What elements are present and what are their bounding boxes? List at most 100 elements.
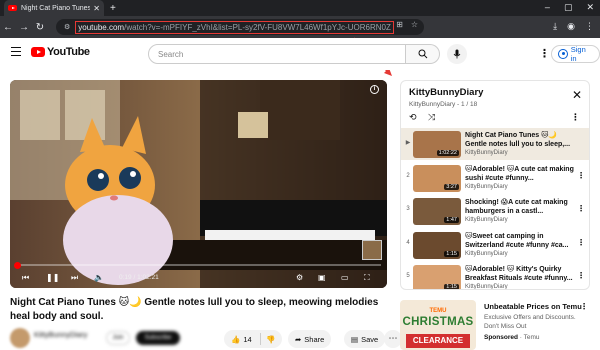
progress-bar[interactable]	[14, 261, 381, 269]
reload-icon[interactable]: ↻	[32, 22, 48, 33]
browser-actions: ⤓ ◉ ⋮	[553, 21, 594, 32]
search-input[interactable]: Search	[148, 44, 406, 64]
playlist-item-duration: 3:27	[444, 183, 459, 190]
playlist-item-index: 3	[406, 206, 410, 212]
ad-more-icon[interactable]: ⋮	[580, 302, 588, 311]
shuffle-icon[interactable]: ⤨	[428, 112, 435, 123]
playlist-more-icon[interactable]: ⋮	[571, 112, 580, 123]
previous-icon[interactable]: ⏮	[22, 273, 29, 283]
playlist-item-channel: KittyBunnyDiary	[465, 250, 508, 257]
microphone-icon	[453, 49, 461, 59]
playlist-item[interactable]: 5 1:15 🐱Adorable! 🐱 Kitty's Quirky Break…	[401, 262, 589, 289]
sponsored-ad[interactable]: TEMU CHRISTMAS CLEARANCE Unbeatable Pric…	[400, 300, 590, 350]
maximize-icon[interactable]: ▢	[564, 2, 573, 13]
menu-icon[interactable]	[11, 47, 21, 57]
sign-in-button[interactable]: Sign in	[551, 45, 600, 63]
playlist-item-thumbnail: 1:15	[413, 231, 461, 259]
miniplayer-icon[interactable]: ▣	[318, 273, 326, 282]
playlist-item-more-icon[interactable]: ⋮	[577, 204, 585, 213]
url-host: youtube.com	[78, 22, 125, 32]
back-icon[interactable]: ←	[0, 22, 16, 33]
url-bar[interactable]: ⚙ youtube.com/watch?v=-mPFIYF_zVhI&list=…	[56, 19, 424, 35]
subscribe-button[interactable]: Subscribe	[136, 331, 180, 345]
fullscreen-icon[interactable]: ⛶	[364, 273, 370, 283]
progress-scrubber[interactable]	[14, 261, 22, 269]
search-button[interactable]	[406, 44, 440, 64]
playlist-item-more-icon[interactable]: ⋮	[577, 238, 585, 247]
theater-mode-icon[interactable]: ▭	[341, 273, 349, 282]
window-controls: – ▢ ✕	[545, 2, 594, 13]
playlist-item-index: 2	[406, 172, 410, 179]
playlist-item[interactable]: ▶ 1:02:22 Night Cat Piano Tunes 🐱🌙 Gentl…	[401, 128, 589, 160]
site-info-icon[interactable]: ⚙	[64, 23, 70, 31]
playlist-item-duration: 1:02:22	[436, 150, 459, 156]
save-label: Save	[361, 334, 379, 344]
ad-title[interactable]: Unbeatable Prices on Temu	[484, 302, 582, 311]
playlist-item[interactable]: 2 3:27 🐱Adorable! 🐱A cute cat making sus…	[401, 162, 589, 194]
thumbs-down-icon[interactable]: 👎	[261, 335, 275, 344]
endscreen-thumbnail[interactable]	[362, 240, 382, 260]
ad-thumbnail[interactable]: TEMU CHRISTMAS CLEARANCE	[400, 300, 476, 350]
video-title: Night Cat Piano Tunes 🐱🌙 Gentle notes lu…	[10, 297, 379, 322]
close-window-icon[interactable]: ✕	[586, 2, 594, 13]
playlist-item-duration: 1:47	[444, 217, 459, 223]
browser-tab[interactable]: Night Cat Piano Tunes 🐱 🔊 ✕	[4, 0, 104, 16]
playlist-item-thumbnail: 1:02:22	[413, 131, 461, 158]
pause-icon[interactable]: ❚❚	[46, 273, 59, 282]
youtube-header: YouTube Search ⋮ Sign in	[0, 38, 600, 70]
settings-more-icon[interactable]: ⋮	[539, 47, 550, 60]
next-icon[interactable]: ⏭	[71, 273, 78, 283]
thumbs-up-icon: 👍	[231, 334, 241, 344]
playlist-item-more-icon[interactable]: ⋮	[577, 171, 585, 180]
like-button[interactable]: 👍 14	[224, 335, 260, 344]
user-icon	[558, 49, 568, 59]
join-button[interactable]: Join	[106, 331, 130, 345]
address-bar-row: ← → ↻ ⚙ youtube.com/watch?v=-mPFIYF_zVhI…	[0, 16, 600, 38]
playlist-item-index: ▶	[405, 140, 411, 146]
forward-icon[interactable]: →	[16, 22, 32, 33]
tab-title: Night Cat Piano Tunes 🐱 🔊	[21, 5, 91, 12]
save-button[interactable]: ▤ Save	[344, 330, 386, 348]
loop-icon[interactable]: ⟲	[409, 112, 417, 123]
ad-headline: CHRISTMAS	[402, 316, 474, 328]
playlist-item-title: 🐱Adorable! 🐱 Kitty's Quirky Breakfast Ri…	[465, 266, 573, 282]
channel-name[interactable]: KittyBunnyDiary	[34, 330, 87, 339]
playlist-items: ▶ 1:02:22 Night Cat Piano Tunes 🐱🌙 Gentl…	[401, 128, 589, 289]
browser-menu-icon[interactable]: ⋮	[585, 21, 594, 32]
install-app-icon[interactable]: ⊞	[396, 20, 403, 29]
search-bar: Search	[148, 44, 440, 64]
playlist-item-thumbnail: 1:15	[413, 265, 461, 289]
playlist-title[interactable]: KittyBunnyDiary	[409, 87, 483, 98]
volume-icon[interactable]: 🔈	[94, 273, 104, 282]
new-tab-button[interactable]: +	[110, 3, 116, 14]
playlist-item-channel: KittyBunnyDiary	[465, 217, 508, 223]
playlist-item-index: 5	[406, 273, 410, 279]
playlist-item-title: 🐱Adorable! 🐱A cute cat making sushi #cut…	[465, 165, 574, 182]
share-button[interactable]: ➦ Share	[288, 330, 332, 348]
channel-avatar[interactable]	[10, 328, 30, 348]
bookmark-star-icon[interactable]: ☆	[411, 20, 418, 29]
video-player[interactable]: i ⏮ ❚❚ ⏭ 🔈 0:19 / 1:02:21 ⚙ ▣ ▭ ⛶	[10, 80, 387, 288]
share-icon: ➦	[295, 334, 302, 344]
playlist-item-channel: KittyBunnyDiary	[465, 183, 508, 190]
playlist-item[interactable]: 3 1:47 Shocking! 😱A cute cat making hamb…	[401, 195, 589, 227]
player-controls: ⏮ ❚❚ ⏭ 🔈 0:19 / 1:02:21 ⚙ ▣ ▭ ⛶	[10, 270, 387, 286]
search-icon	[418, 49, 427, 59]
info-icon[interactable]: i	[370, 85, 379, 94]
minimize-icon[interactable]: –	[545, 2, 550, 13]
close-tab-icon[interactable]: ✕	[93, 4, 100, 13]
voice-search-button[interactable]	[447, 44, 467, 64]
like-dislike-group: 👍 14 👎	[224, 330, 282, 348]
playlist-item-duration: 1:15	[444, 250, 459, 257]
playlist-item[interactable]: 4 1:15 🐱Sweet cat camping in Switzerland…	[401, 229, 589, 261]
settings-gear-icon[interactable]: ⚙	[296, 273, 303, 282]
ad-sponsor-line: Sponsored · Temu	[484, 334, 540, 341]
close-playlist-icon[interactable]: ✕	[572, 89, 582, 101]
channel-row: KittyBunnyDiary Join Subscribe 👍 14 👎 ➦ …	[10, 328, 402, 348]
playlist-item-more-icon[interactable]: ⋮	[577, 271, 585, 280]
youtube-logo-text: YouTube	[47, 46, 90, 58]
url-bar-actions: ⊞ ☆	[396, 20, 418, 29]
youtube-logo[interactable]: YouTube	[31, 46, 90, 58]
download-icon[interactable]: ⤓	[553, 21, 557, 32]
profile-icon[interactable]: ◉	[567, 21, 575, 32]
